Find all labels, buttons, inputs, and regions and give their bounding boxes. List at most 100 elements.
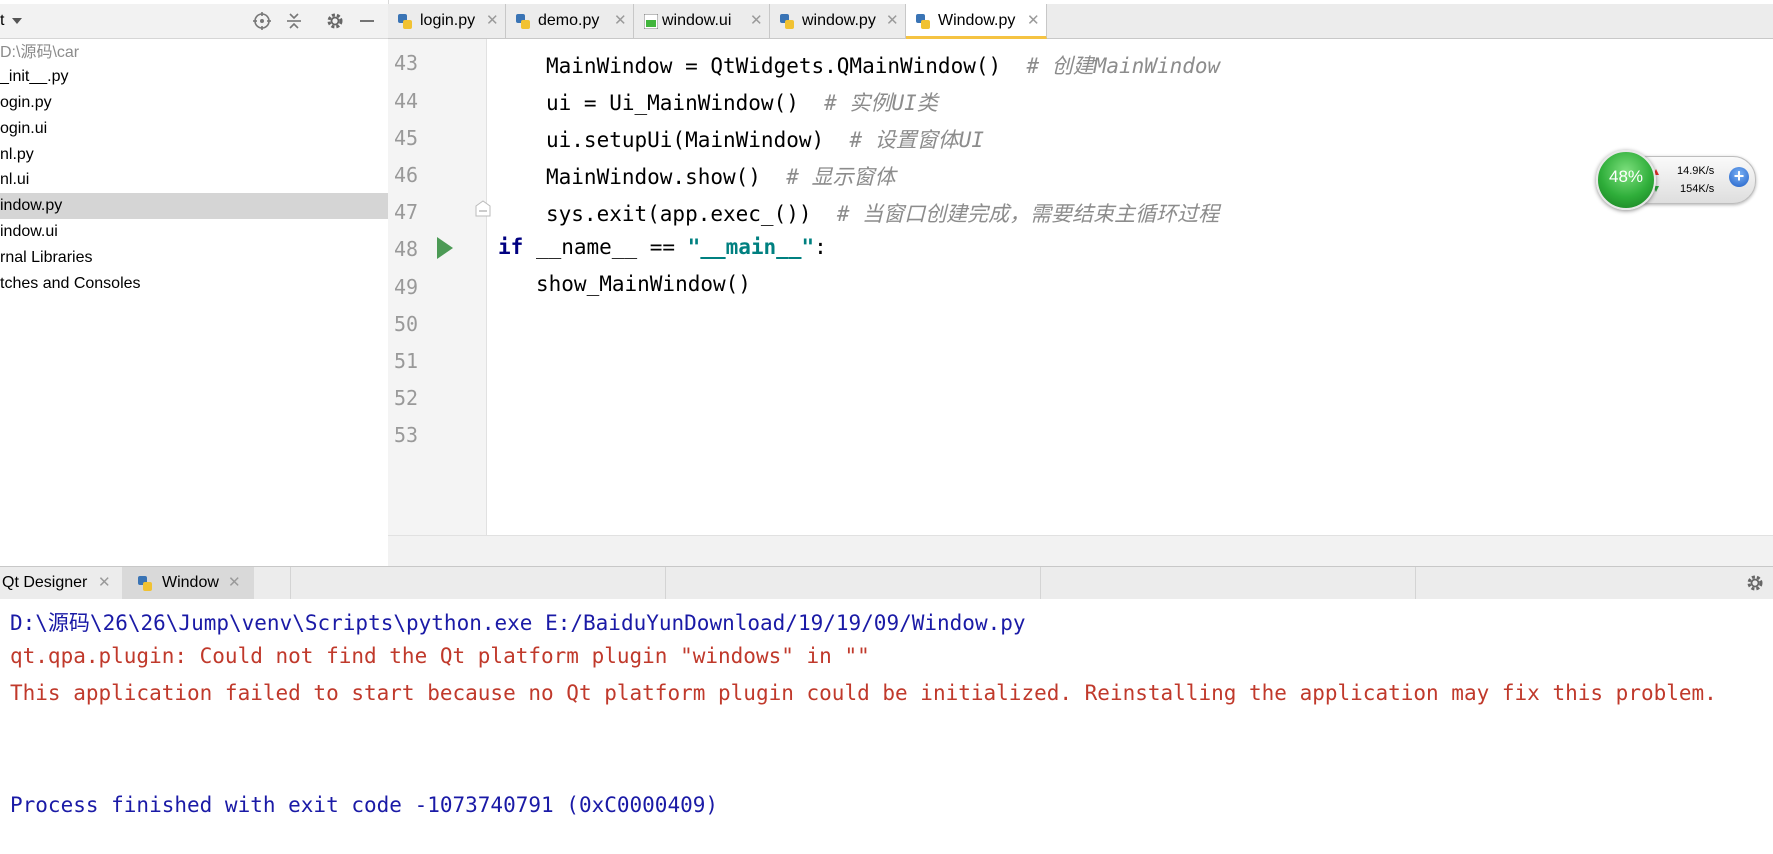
- code-comment: # 显示窗体: [786, 165, 896, 189]
- code-line: ui.setupUi(MainWindow) # 设置窗体UI: [546, 124, 984, 154]
- editor-horizontal-scrollbar[interactable]: [388, 535, 1773, 566]
- minimize-icon[interactable]: [357, 11, 377, 31]
- code-comment: # 实例UI类: [824, 91, 938, 115]
- tree-item-nl-py[interactable]: nl.py: [0, 142, 388, 168]
- console-command-line: D:\源码\26\26\Jump\venv\Scripts\python.exe…: [10, 611, 1026, 635]
- tree-item-scratches[interactable]: tches and Consoles: [0, 271, 388, 297]
- line-number: 47: [394, 200, 419, 224]
- fold-icon[interactable]: [474, 199, 492, 217]
- project-toolbar: t: [0, 4, 388, 39]
- tree-item-window-ui[interactable]: indow.ui: [0, 219, 388, 245]
- run-tab-bar: Qt Designer ✕ Window ✕: [0, 566, 1773, 600]
- tab-demo-py[interactable]: demo.py ✕: [506, 4, 634, 38]
- tab-run-window[interactable]: Window ✕: [122, 567, 254, 599]
- code-text: MainWindow = QtWidgets.QMainWindow(): [546, 54, 1002, 78]
- tab-divider: [1040, 567, 1041, 599]
- tab-window-py-active[interactable]: Window.py ✕: [906, 4, 1047, 39]
- tree-item-nl-ui[interactable]: nl.ui: [0, 167, 388, 193]
- tab-label: window.ui: [662, 12, 732, 29]
- tab-qt-designer[interactable]: Qt Designer ✕: [2, 567, 120, 599]
- tree-item-window-py[interactable]: indow.py: [0, 193, 388, 219]
- python-file-icon: [916, 14, 930, 29]
- upload-rate: 14.9K/s: [1677, 165, 1715, 177]
- run-icon[interactable]: [437, 237, 453, 259]
- code-text: __name__ ==: [523, 235, 688, 259]
- code-line: show_MainWindow(): [536, 272, 751, 296]
- chevron-down-icon: [12, 17, 23, 24]
- project-view-label: t: [0, 12, 5, 29]
- network-monitor-widget[interactable]: 14.9K/s 154K/s 48% +: [1596, 150, 1756, 210]
- code-comment: # 设置窗体UI: [849, 128, 985, 152]
- project-view-selector[interactable]: t: [0, 12, 23, 30]
- code-comment: # 当窗口创建完成，需要结束主循环过程: [836, 202, 1220, 226]
- tab-divider: [1415, 567, 1416, 599]
- gear-icon[interactable]: [1745, 573, 1765, 593]
- tab-label: Window.py: [938, 12, 1016, 29]
- tab-divider: [290, 567, 291, 599]
- python-file-icon: [780, 14, 794, 29]
- close-icon[interactable]: ✕: [98, 567, 111, 599]
- tree-item-login-ui[interactable]: ogin.ui: [0, 116, 388, 142]
- tree-item-label: ogin.ui: [0, 120, 48, 137]
- line-number: 50: [394, 312, 419, 336]
- tree-item-label: nl.py: [0, 146, 34, 163]
- tree-item-init[interactable]: _init__.py: [0, 64, 388, 90]
- tree-root-path[interactable]: D:\源码\car: [0, 40, 388, 66]
- gear-icon[interactable]: [325, 11, 345, 31]
- code-text: ui.setupUi(MainWindow): [546, 128, 825, 152]
- line-number-gutter: 43 44 45 46 47 48 49 50 51 52 53: [388, 39, 491, 535]
- code-line: sys.exit(app.exec_()) # 当窗口创建完成，需要结束主循环过…: [546, 198, 1219, 228]
- locate-icon[interactable]: [252, 11, 272, 31]
- tree-item-external-libraries[interactable]: rnal Libraries: [0, 245, 388, 271]
- tree-item-login-py[interactable]: ogin.py: [0, 90, 388, 116]
- python-file-icon: [516, 14, 530, 29]
- line-number: 51: [394, 349, 419, 373]
- plus-icon[interactable]: +: [1729, 167, 1749, 187]
- console-error-line: This application failed to start because…: [10, 681, 1717, 705]
- tab-login-py[interactable]: login.py ✕: [388, 4, 506, 38]
- editor-tab-bar: login.py ✕ demo.py ✕ window.ui ✕ window.…: [388, 4, 1773, 39]
- close-icon[interactable]: ✕: [750, 4, 763, 38]
- code-text: MainWindow.show(): [546, 165, 761, 189]
- close-icon[interactable]: ✕: [486, 4, 499, 38]
- code-text: ui = Ui_MainWindow(): [546, 91, 799, 115]
- code-string: "__main__": [687, 235, 815, 259]
- tree-item-label: rnal Libraries: [0, 249, 93, 266]
- tab-label: Qt Designer: [2, 574, 88, 591]
- line-number: 45: [394, 126, 419, 150]
- tab-window-ui[interactable]: window.ui ✕: [634, 4, 770, 38]
- line-number: 53: [394, 423, 419, 447]
- tree-item-label: tches and Consoles: [0, 275, 141, 292]
- tab-label: Window: [162, 574, 219, 591]
- close-icon[interactable]: ✕: [1027, 4, 1040, 38]
- code-line: MainWindow = QtWidgets.QMainWindow() # 创…: [546, 50, 1220, 80]
- line-number: 52: [394, 386, 419, 410]
- code-line: if __name__ == "__main__":: [498, 235, 827, 259]
- code-line: ui = Ui_MainWindow() # 实例UI类: [546, 87, 938, 117]
- tree-item-label: indow.ui: [0, 223, 58, 240]
- line-number: 48: [394, 237, 419, 261]
- code-text: show_MainWindow(): [536, 272, 751, 296]
- code-text: :: [814, 235, 827, 259]
- code-editor[interactable]: 43 44 45 46 47 48 49 50 51 52 53 MainWin…: [388, 39, 1773, 566]
- tree-item-label: ogin.py: [0, 94, 52, 111]
- line-number: 44: [394, 89, 419, 113]
- close-icon[interactable]: ✕: [614, 4, 627, 38]
- ui-file-icon: [644, 14, 658, 29]
- close-icon[interactable]: ✕: [228, 567, 241, 599]
- tab-label: demo.py: [538, 12, 600, 29]
- code-line: MainWindow.show() # 显示窗体: [546, 161, 896, 191]
- line-number: 43: [394, 51, 419, 75]
- tab-label: window.py: [802, 12, 876, 29]
- run-console-output[interactable]: D:\源码\26\26\Jump\venv\Scripts\python.exe…: [0, 599, 1773, 854]
- close-icon[interactable]: ✕: [886, 4, 899, 38]
- collapse-icon[interactable]: [284, 11, 304, 31]
- python-file-icon: [398, 14, 412, 29]
- code-keyword: if: [498, 235, 524, 259]
- code-comment: # 创建MainWindow: [1026, 54, 1221, 78]
- tree-item-label: _init__.py: [0, 68, 69, 85]
- console-exit-line: Process finished with exit code -1073740…: [10, 793, 719, 817]
- download-rate: 154K/s: [1680, 183, 1715, 195]
- tab-label: login.py: [420, 12, 476, 29]
- tab-window-py[interactable]: window.py ✕: [770, 4, 906, 38]
